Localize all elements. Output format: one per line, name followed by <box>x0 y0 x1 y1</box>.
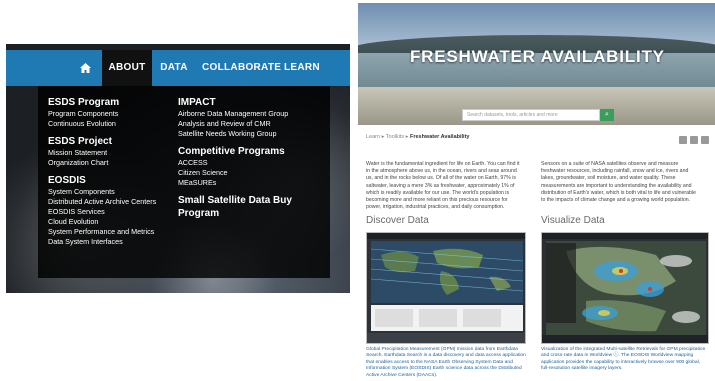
facebook-icon[interactable] <box>690 136 698 144</box>
worldview-thumbnail[interactable] <box>541 232 709 344</box>
timeline-bar[interactable] <box>367 333 525 343</box>
menu-heading[interactable]: IMPACT <box>178 96 328 109</box>
menu-item[interactable]: Cloud Evolution <box>48 217 188 227</box>
home-icon[interactable] <box>70 50 100 86</box>
menu-item[interactable]: System Performance and Metrics <box>48 227 188 237</box>
discover-caption: Global Precipitation Measurement (GPM) m… <box>366 347 526 378</box>
search-button[interactable]: ⌕ <box>600 109 614 121</box>
menu-item[interactable]: Continuous Evolution <box>48 119 188 129</box>
menu-heading[interactable]: Competitive Programs <box>178 145 328 158</box>
menu-item[interactable]: Distributed Active Archive Centers <box>48 197 188 207</box>
results-panel <box>371 305 523 331</box>
app-toolbar <box>542 233 708 239</box>
menu-item[interactable]: Analysis and Review of CMR <box>178 119 328 129</box>
breadcrumb-learn[interactable]: Learn <box>366 134 380 140</box>
nav-about[interactable]: ABOUT <box>102 50 152 86</box>
layers-panel <box>546 243 576 323</box>
app-toolbar <box>367 233 525 239</box>
search-input[interactable]: Search datasets, tools, articles and mor… <box>462 109 600 121</box>
menu-item[interactable]: Program Components <box>48 109 188 119</box>
breadcrumb-current: Freshwater Availability <box>409 134 470 140</box>
menu-item[interactable]: Organization Chart <box>48 158 188 168</box>
menu-column-2: IMPACT Airborne Data Management Group Anal… <box>178 94 328 220</box>
breadcrumb-toolkits[interactable]: Toolkits <box>386 134 404 140</box>
nav-learn[interactable]: LEARN <box>284 50 320 86</box>
intro-text-left: Water is the fundamental ingredient for … <box>366 161 520 211</box>
social-links <box>676 131 709 149</box>
menu-item[interactable]: Satellite Needs Working Group <box>178 129 328 139</box>
visualize-data-heading: Visualize Data <box>541 215 605 226</box>
intro-text-right: Sensors on a suite of NASA satellites ob… <box>541 161 696 204</box>
menu-item[interactable]: Airborne Data Management Group <box>178 109 328 119</box>
menu-item[interactable]: EOSDIS Services <box>48 207 188 217</box>
hero-banner: FRESHWATER AVAILABILITY Search datasets,… <box>358 3 715 125</box>
menu-item[interactable]: ACCESS <box>178 158 328 168</box>
twitter-icon[interactable] <box>679 136 687 144</box>
menu-heading[interactable]: Small Satellite Data Buy Program <box>178 194 328 220</box>
nav-collaborate[interactable]: COLLABORATE <box>202 50 281 86</box>
menu-item[interactable]: System Components <box>48 187 188 197</box>
world-map-graphic <box>371 241 523 303</box>
menu-heading[interactable]: ESDS Project <box>48 135 188 148</box>
menu-item[interactable]: Mission Statement <box>48 148 188 158</box>
menu-heading[interactable]: EOSDIS <box>48 174 188 187</box>
nav-data[interactable]: DATA <box>156 50 192 86</box>
visualize-caption: Visualization of the integrated Multi-sa… <box>541 347 706 372</box>
breadcrumb: Learn ▸ Toolkits ▸ Freshwater Availabili… <box>366 134 470 140</box>
email-icon[interactable] <box>701 136 709 144</box>
menu-item[interactable]: Data System Interfaces <box>48 237 188 247</box>
earthdata-about-menu-screenshot: ABOUT DATA COLLABORATE LEARN ESDS Progra… <box>6 44 350 293</box>
figure: ABOUT DATA COLLABORATE LEARN ESDS Progra… <box>0 0 715 381</box>
freshwater-toolkit-screenshot: FRESHWATER AVAILABILITY Search datasets,… <box>358 3 715 381</box>
menu-item[interactable]: Citizen Science <box>178 168 328 178</box>
menu-column-1: ESDS Program Program Components Continuous… <box>48 94 188 247</box>
page-title: FRESHWATER AVAILABILITY <box>410 47 665 66</box>
timeline-bar[interactable] <box>542 335 708 343</box>
menu-heading[interactable]: ESDS Program <box>48 96 188 109</box>
discover-data-heading: Discover Data <box>366 215 429 226</box>
top-nav: ABOUT DATA COLLABORATE LEARN <box>6 50 350 86</box>
earthdata-search-thumbnail[interactable] <box>366 232 526 344</box>
about-dropdown-menu: ESDS Program Program Components Continuous… <box>38 86 330 278</box>
menu-item[interactable]: MEaSUREs <box>178 178 328 188</box>
